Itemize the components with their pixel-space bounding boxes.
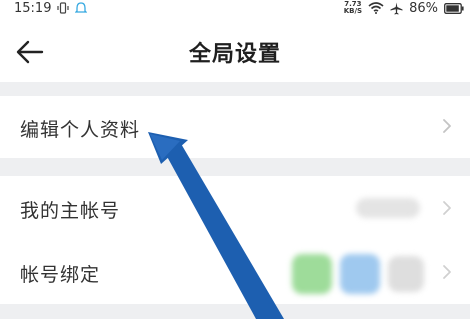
chevron-right-icon (442, 200, 452, 216)
status-bar: 15:19 7.73 KB/S 86% (0, 0, 470, 18)
network-speed: 7.73 KB/S (344, 1, 362, 15)
airplane-icon (390, 2, 403, 15)
nav-bar: 全局设置 (0, 18, 470, 82)
wifi-icon (368, 2, 384, 14)
settings-row-main-account[interactable]: 我的主帐号 (0, 176, 470, 240)
chevron-right-icon (442, 118, 452, 134)
chevron-right-icon (442, 264, 452, 280)
status-right: 7.73 KB/S 86% (344, 0, 464, 16)
edit-profile-label: 编辑个人资料 (20, 119, 141, 141)
page-title: 全局设置 (188, 42, 281, 67)
network-speed-unit: KB/S (343, 7, 363, 15)
status-time: 15:19 (14, 0, 52, 16)
status-left: 15:19 (14, 0, 88, 16)
settings-row-account-binding[interactable]: 帐号绑定 (0, 240, 470, 304)
wechat-binding-icon (292, 254, 332, 294)
settings-row-edit-profile[interactable]: 编辑个人资料 (0, 96, 470, 158)
main-account-value-blurred (356, 198, 420, 218)
account-binding-label: 帐号绑定 (20, 264, 101, 286)
battery-icon (444, 2, 464, 14)
notification-icon (75, 1, 88, 15)
battery-percent: 86% (409, 0, 438, 16)
vibrate-icon (57, 2, 70, 14)
main-account-label: 我的主帐号 (20, 200, 121, 222)
qq-binding-icon (340, 254, 380, 294)
other-binding-icon (388, 256, 424, 292)
